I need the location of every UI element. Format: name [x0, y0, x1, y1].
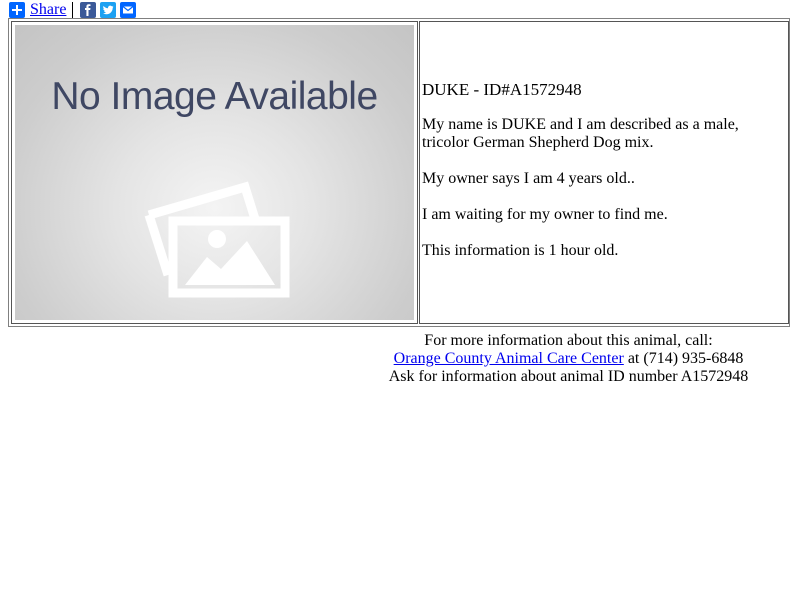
animal-status: I am waiting for my owner to find me. — [422, 206, 668, 223]
twitter-icon[interactable] — [100, 1, 117, 18]
share-plus-icon[interactable] — [9, 1, 25, 18]
no-image-text: No Image Available — [51, 75, 378, 118]
contact-intro: For more information about this animal, … — [424, 332, 713, 349]
animal-info: DUKE - ID#A1572948 My name is DUKE and I… — [422, 80, 782, 278]
contact-footer: For more information about this animal, … — [340, 332, 797, 386]
animal-age: My owner says I am 4 years old.. — [422, 170, 635, 187]
image-cell: No Image Available — [11, 21, 418, 324]
animal-table: No Image Available DUKE - ID#A1572948 My… — [8, 18, 790, 327]
animal-description: My name is DUKE and I am described as a … — [422, 116, 739, 151]
contact-phone: at (714) 935-6848 — [623, 350, 744, 367]
care-center-link[interactable]: Orange County Animal Care Center — [394, 350, 624, 367]
contact-line: Orange County Animal Care Center at (714… — [340, 350, 797, 368]
photo-placeholder-icon — [144, 181, 290, 298]
contact-ask: Ask for information about animal ID numb… — [388, 368, 749, 385]
no-image-placeholder: No Image Available — [15, 25, 414, 320]
facebook-icon[interactable] — [80, 1, 97, 18]
share-link[interactable]: Share — [30, 0, 66, 19]
info-freshness: This information is 1 hour old. — [422, 242, 619, 259]
animal-heading: DUKE - ID#A1572948 — [422, 80, 582, 99]
share-separator — [72, 1, 74, 18]
email-icon[interactable] — [120, 1, 137, 18]
share-bar: Share — [9, 0, 140, 19]
info-cell: DUKE - ID#A1572948 My name is DUKE and I… — [419, 21, 789, 324]
